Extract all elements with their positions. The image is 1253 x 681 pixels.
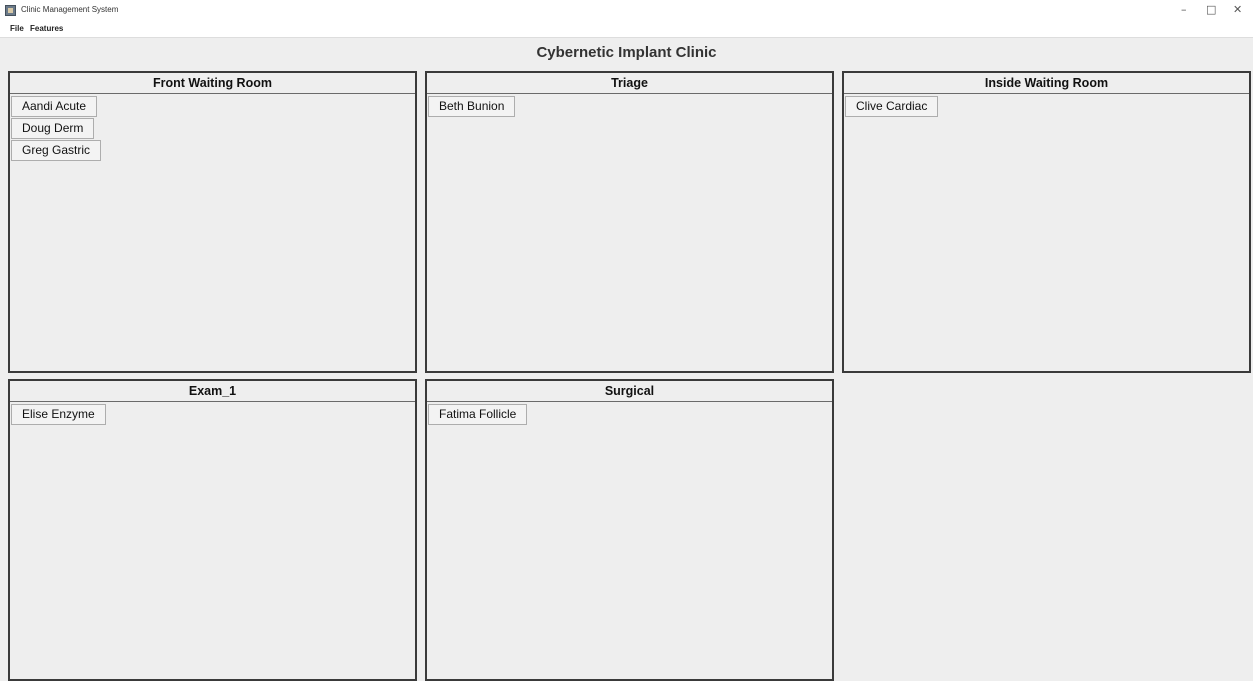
room-header: Inside Waiting Room xyxy=(844,73,1249,94)
patient-button-clive-cardiac[interactable]: Clive Cardiac xyxy=(845,96,939,117)
menu-file[interactable]: File xyxy=(10,24,24,33)
clinic-title: Cybernetic Implant Clinic xyxy=(536,44,717,61)
room-header: Surgical xyxy=(427,381,832,402)
menu-features[interactable]: Features xyxy=(30,24,63,33)
patient-button-doug-derm[interactable]: Doug Derm xyxy=(11,118,95,139)
patient-button-greg-gastric[interactable]: Greg Gastric xyxy=(11,140,102,161)
patient-button-elise-enzyme[interactable]: Elise Enzyme xyxy=(11,404,106,425)
window-title: Clinic Management System xyxy=(21,5,119,14)
patient-button-aandi-acute[interactable]: Aandi Acute xyxy=(11,96,98,117)
room-inside-waiting-room: Inside Waiting Room Clive Cardiac xyxy=(842,71,1251,373)
minimize-icon[interactable]: – xyxy=(1181,4,1187,16)
menu-bar: File Features xyxy=(0,23,1253,38)
room-triage: Triage Beth Bunion xyxy=(425,71,834,373)
patient-button-beth-bunion[interactable]: Beth Bunion xyxy=(428,96,516,117)
patient-button-fatima-follicle[interactable]: Fatima Follicle xyxy=(428,404,528,425)
room-front-waiting-room: Front Waiting Room Aandi Acute Doug Derm… xyxy=(8,71,417,373)
room-exam-1: Exam_1 Elise Enzyme xyxy=(8,379,417,681)
room-header: Exam_1 xyxy=(10,381,415,402)
room-surgical: Surgical Fatima Follicle xyxy=(425,379,834,681)
app-icon xyxy=(5,5,16,16)
room-header: Front Waiting Room xyxy=(10,73,415,94)
close-icon[interactable]: ✕ xyxy=(1233,4,1242,16)
maximize-icon[interactable]: □ xyxy=(1206,4,1216,16)
room-header: Triage xyxy=(427,73,832,94)
window-titlebar: Clinic Management System – □ ✕ xyxy=(0,0,1253,23)
